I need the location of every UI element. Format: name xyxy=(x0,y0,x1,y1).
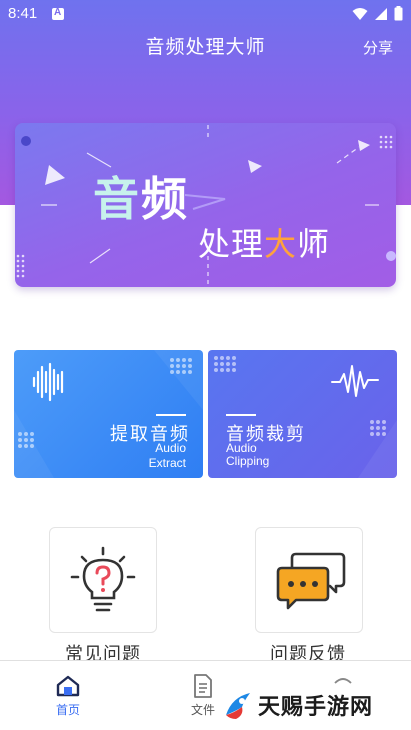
signal-icon xyxy=(375,7,387,20)
watermark: 天赐手游网 xyxy=(222,688,407,722)
banner-text-a: 处理 xyxy=(198,225,265,263)
page-title: 音频处理大师 xyxy=(145,36,266,58)
clip-subtitle-2: Clipping xyxy=(226,454,270,468)
banner-text-b: 大 xyxy=(264,225,298,263)
banner-text-c: 师 xyxy=(297,225,331,263)
chat-bubbles-icon xyxy=(276,552,346,610)
faq-button[interactable] xyxy=(49,527,157,633)
nav-home[interactable]: 首页 xyxy=(33,661,103,730)
watermark-logo-icon xyxy=(226,693,250,719)
extract-subtitle-1: Audio xyxy=(155,441,186,455)
status-icons xyxy=(352,6,403,21)
status-bar: 8:41 xyxy=(0,0,411,28)
lightbulb-question-icon xyxy=(70,546,136,612)
battery-icon xyxy=(394,6,403,21)
banner-char-1: 音 xyxy=(93,172,141,226)
notification-app-icon xyxy=(52,7,64,20)
extract-accent-line xyxy=(156,414,186,416)
hero-banner[interactable]: 音频 处理大师 xyxy=(15,123,396,287)
feedback-button[interactable] xyxy=(255,527,363,633)
status-time: 8:41 xyxy=(8,5,38,22)
audio-extract-card[interactable]: 提取音频 Audio Extract xyxy=(14,350,203,478)
home-icon xyxy=(56,675,80,697)
extract-subtitle-2: Extract xyxy=(148,456,186,470)
clip-accent-line xyxy=(226,414,256,416)
banner-char-2: 频 xyxy=(141,172,189,226)
share-button[interactable]: 分享 xyxy=(363,37,393,58)
banner-title-line1: 音频 xyxy=(93,163,189,229)
document-icon xyxy=(194,674,212,698)
watermark-text: 天赐手游网 xyxy=(258,695,374,720)
nav-home-label: 首页 xyxy=(55,703,80,717)
audio-clipping-card[interactable]: 音频裁剪 Audio Clipping xyxy=(208,350,397,478)
banner-title-line2: 处理大师 xyxy=(198,219,330,265)
title-bar: 音频处理大师 分享 xyxy=(0,28,411,64)
wifi-icon xyxy=(352,7,368,20)
